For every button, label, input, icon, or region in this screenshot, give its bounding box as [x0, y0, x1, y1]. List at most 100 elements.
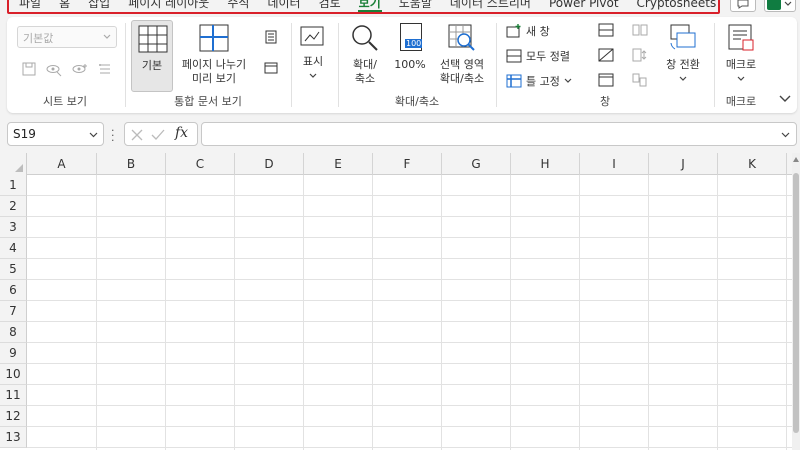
- vertical-scrollbar[interactable]: [792, 153, 800, 450]
- normal-view-label: 기본: [141, 59, 163, 72]
- scroll-up-icon[interactable]: [793, 157, 799, 162]
- sheet-view-buttons: [21, 61, 113, 77]
- column-header[interactable]: I: [580, 153, 649, 175]
- sync-scroll-icon[interactable]: [632, 48, 648, 62]
- name-box[interactable]: S19: [7, 122, 104, 146]
- cancel-icon[interactable]: [130, 128, 144, 142]
- zoom-100-button[interactable]: 100 100%: [390, 20, 430, 92]
- zoom-button[interactable]: 확대/ 축소: [344, 20, 386, 92]
- group-label: 시트 보기: [43, 95, 87, 108]
- row-header[interactable]: 1: [0, 175, 27, 196]
- new-window-icon: [506, 24, 521, 38]
- arrange-all-button[interactable]: 모두 정렬: [506, 48, 570, 64]
- grid-icon: [138, 25, 168, 53]
- zoom-100-badge: 100: [405, 39, 423, 48]
- switch-windows-button[interactable]: 창 전환: [658, 20, 708, 92]
- gridline-horizontal: [27, 216, 792, 217]
- scrollbar-thumb[interactable]: [793, 173, 799, 433]
- gridline-horizontal: [27, 300, 792, 301]
- options-view-icon[interactable]: [97, 61, 113, 77]
- zoom-100-label: 100%: [394, 58, 426, 71]
- insert-function-button[interactable]: fx: [175, 125, 188, 141]
- zoom-selection-icon: [448, 24, 475, 51]
- new-window-button[interactable]: 새 창: [506, 23, 550, 39]
- macros-label: 매크로: [725, 58, 757, 71]
- column-header[interactable]: A: [27, 153, 97, 175]
- group-workbook-views: 기본 페이지 나누기 미리 보기 통합 문서 보기: [127, 17, 289, 113]
- row-header[interactable]: 9: [0, 343, 27, 364]
- column-header[interactable]: C: [166, 153, 235, 175]
- show-icon: [300, 26, 324, 46]
- row-header[interactable]: 4: [0, 238, 27, 259]
- macros-icon: [728, 24, 754, 51]
- share-button[interactable]: [764, 0, 796, 12]
- row-header[interactable]: 10: [0, 364, 27, 385]
- row-header[interactable]: 6: [0, 280, 27, 301]
- macros-button[interactable]: 매크로: [718, 20, 764, 92]
- group-window: 새 창 모두 정렬 틀 고정 창 전환 창: [498, 17, 712, 113]
- row-header[interactable]: 8: [0, 322, 27, 343]
- column-header[interactable]: J: [649, 153, 718, 175]
- separator: [125, 23, 126, 107]
- page-break-icon: [199, 24, 229, 52]
- view-side-by-side-icon[interactable]: [632, 23, 648, 37]
- formula-input[interactable]: [201, 122, 797, 146]
- group-show[interactable]: 표시: [293, 17, 333, 113]
- zoom-label-1: 확대/: [353, 58, 377, 71]
- freeze-panes-label: 틀 고정: [526, 74, 560, 88]
- exit-view-icon[interactable]: [45, 61, 63, 77]
- chevron-down-icon: [737, 76, 745, 81]
- page-break-label-1: 페이지 나누기: [181, 58, 247, 71]
- more-icon[interactable]: · · ·: [111, 125, 115, 146]
- worksheet-grid[interactable]: ABCDEFGHIJK 1 2 3 4 5 6 7 8 9 10 11 12 13: [0, 153, 792, 450]
- column-header[interactable]: E: [304, 153, 373, 175]
- chevron-down-icon: [784, 1, 792, 6]
- comments-button[interactable]: [730, 0, 756, 12]
- column-header[interactable]: F: [373, 153, 442, 175]
- zoom-to-selection-button[interactable]: 선택 영역 확대/축소: [434, 20, 490, 92]
- hide-window-icon[interactable]: [598, 48, 614, 62]
- gridline-horizontal: [27, 342, 792, 343]
- column-header[interactable]: D: [235, 153, 304, 175]
- chevron-down-icon: [564, 78, 572, 83]
- row-header[interactable]: 11: [0, 385, 27, 406]
- column-header[interactable]: H: [511, 153, 580, 175]
- zoom-selection-label-2: 확대/축소: [439, 72, 485, 85]
- page-layout-icon[interactable]: [263, 29, 279, 45]
- custom-views-icon[interactable]: [263, 60, 279, 76]
- gridline-horizontal: [27, 321, 792, 322]
- freeze-panes-icon: [506, 74, 522, 88]
- freeze-panes-button[interactable]: 틀 고정: [506, 73, 572, 89]
- save-view-icon[interactable]: [21, 61, 37, 77]
- group-macros: 매크로 매크로: [716, 17, 766, 113]
- chevron-down-icon[interactable]: [781, 132, 790, 138]
- row-header[interactable]: 13: [0, 427, 27, 448]
- formula-bar: S19 · · · fx: [0, 119, 800, 149]
- collapse-ribbon-icon[interactable]: [779, 95, 791, 103]
- select-all-button[interactable]: [0, 153, 27, 175]
- reset-window-position-icon[interactable]: [632, 73, 648, 87]
- magnifier-icon: [352, 25, 378, 51]
- chevron-down-icon: [309, 73, 317, 78]
- row-header[interactable]: 7: [0, 301, 27, 322]
- chevron-down-icon: [679, 76, 687, 81]
- enter-icon[interactable]: [151, 128, 165, 142]
- column-header[interactable]: G: [442, 153, 511, 175]
- page-break-label-2: 미리 보기: [192, 72, 236, 85]
- sheet-view-dropdown[interactable]: 기본값: [17, 26, 117, 48]
- normal-view-button[interactable]: 기본: [131, 20, 173, 92]
- row-header[interactable]: 3: [0, 217, 27, 238]
- ribbon: 기본값 시트 보기 기본 페이지 나누기 미리 보기 통합 문서 보기 표시 확…: [7, 17, 797, 113]
- row-header[interactable]: 5: [0, 259, 27, 280]
- new-view-icon[interactable]: [71, 61, 89, 77]
- split-icon[interactable]: [598, 23, 614, 37]
- group-sheet-view: 기본값 시트 보기: [7, 17, 123, 113]
- arrange-all-icon: [506, 49, 522, 63]
- row-header[interactable]: 12: [0, 406, 27, 427]
- page-break-preview-button[interactable]: 페이지 나누기 미리 보기: [177, 20, 251, 92]
- unhide-window-icon[interactable]: [598, 73, 614, 87]
- column-header[interactable]: K: [718, 153, 787, 175]
- row-header[interactable]: 2: [0, 196, 27, 217]
- column-header[interactable]: B: [97, 153, 166, 175]
- gridline-horizontal: [27, 426, 792, 427]
